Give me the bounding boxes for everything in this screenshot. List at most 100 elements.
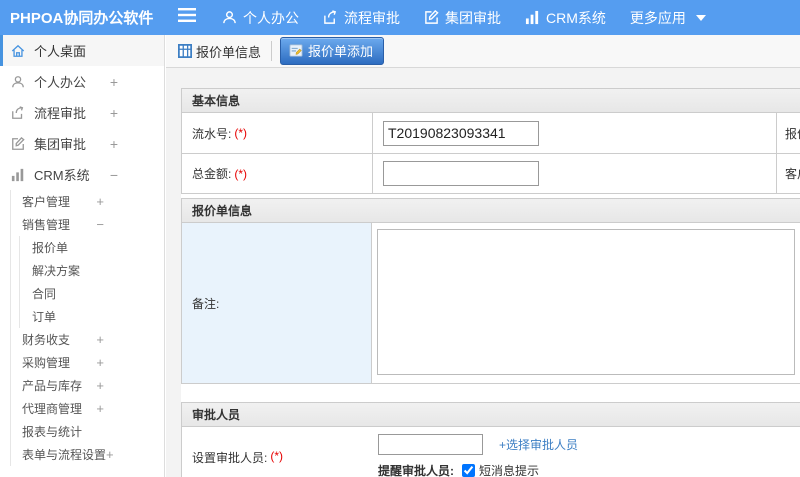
nav-label: 更多应用 bbox=[629, 9, 686, 26]
collapse-icon[interactable]: − bbox=[96, 217, 104, 232]
sidebar-item-label: 采购管理 bbox=[22, 356, 71, 370]
sms-remind-checkbox[interactable] bbox=[462, 464, 475, 477]
sidebar-item-label: 个人桌面 bbox=[34, 44, 87, 59]
sidebar-item-contract[interactable]: 合同 bbox=[20, 282, 164, 305]
section-approver: 审批人员 设置审批人员: (*) +选择审批人员 提醒审批人员: 短消息提示 bbox=[181, 402, 800, 477]
form-content: 基本信息 流水号: (*) 报价 总金额: (*) bbox=[166, 68, 800, 477]
field-label: 流水号: (*) bbox=[192, 126, 248, 141]
expand-icon[interactable]: + bbox=[96, 401, 104, 416]
sidebar-item-label: 流程审批 bbox=[34, 106, 87, 121]
required-mark: (*) bbox=[234, 126, 248, 140]
section-header: 审批人员 bbox=[182, 403, 800, 427]
sidebar-item-finance[interactable]: 财务收支 + bbox=[11, 328, 164, 351]
menu-toggle-button[interactable] bbox=[178, 8, 196, 27]
quotation-form-panel: 基本信息 流水号: (*) 报价 总金额: (*) bbox=[181, 88, 800, 477]
top-nav: 个人办公 流程审批 集团审批 CRM系统 更多应用 bbox=[222, 8, 730, 28]
expand-icon[interactable]: + bbox=[110, 74, 118, 90]
field-value-cell: +选择审批人员 提醒审批人员: 短消息提示 注：流程第一步审批人员，这里选择你的… bbox=[372, 427, 800, 477]
sidebar-item-label: 合同 bbox=[32, 287, 57, 301]
field-label: 总金额: (*) bbox=[192, 166, 248, 182]
total-amount-input[interactable] bbox=[383, 161, 539, 186]
sidebar-item-label: 财务收支 bbox=[22, 333, 71, 347]
field-value-cell bbox=[372, 154, 777, 193]
field-label-clipped: 报价 bbox=[785, 126, 800, 141]
collapse-icon[interactable]: − bbox=[110, 167, 118, 183]
remind-label: 提醒审批人员: bbox=[378, 464, 454, 477]
remark-textarea[interactable] bbox=[377, 229, 795, 375]
tab-label: 报价单添加 bbox=[308, 44, 374, 59]
nav-personal-office[interactable]: 个人办公 bbox=[222, 8, 299, 28]
sidebar-item-form-workflow-settings[interactable]: 表单与流程设置 + bbox=[11, 443, 164, 466]
sidebar-item-label: 销售管理 bbox=[22, 218, 71, 232]
tab-quotation-info[interactable]: 报价单信息 bbox=[178, 42, 261, 61]
select-approver-link[interactable]: +选择审批人员 bbox=[499, 436, 578, 453]
sidebar-item-crm-system[interactable]: CRM系统 − bbox=[0, 159, 164, 190]
expand-icon[interactable]: + bbox=[96, 355, 104, 370]
nav-label: 个人办公 bbox=[243, 9, 299, 26]
app-title: PHPOA协同办公软件 bbox=[10, 10, 154, 27]
table-icon bbox=[178, 44, 192, 58]
sidebar-item-order[interactable]: 订单 bbox=[20, 305, 164, 328]
tab-separator bbox=[271, 41, 273, 61]
form-row-total: 总金额: (*) 客户 bbox=[182, 153, 800, 193]
nav-group-approval[interactable]: 集团审批 bbox=[424, 8, 501, 28]
sidebar-item-product-inventory[interactable]: 产品与库存 + bbox=[11, 374, 164, 397]
section-quotation-info: 报价单信息 备注: bbox=[181, 198, 800, 384]
nav-crm-system[interactable]: CRM系统 bbox=[525, 8, 606, 28]
expand-icon[interactable]: + bbox=[106, 447, 114, 462]
required-mark: (*) bbox=[234, 166, 248, 181]
sidebar-item-agent-mgmt[interactable]: 代理商管理 + bbox=[11, 397, 164, 420]
field-label-clipped: 客户 bbox=[785, 167, 800, 181]
bar-chart-icon bbox=[525, 10, 540, 25]
sidebar-item-reports-stats[interactable]: 报表与统计 bbox=[11, 420, 164, 443]
user-icon bbox=[10, 75, 26, 89]
field-label: 设置审批人员: (*) bbox=[192, 449, 284, 465]
form-row-serial: 流水号: (*) 报价 bbox=[182, 113, 800, 153]
sidebar-item-label: CRM系统 bbox=[34, 168, 90, 183]
sidebar-item-label: 客户管理 bbox=[22, 195, 71, 209]
bar-chart-icon bbox=[10, 168, 26, 182]
checkbox-label: 短消息提示 bbox=[479, 464, 540, 477]
sidebar: 个人桌面 个人办公 + 流程审批 + 集团审批 + CRM系统 − 客户管理 + bbox=[0, 35, 165, 477]
sidebar-item-label: 集团审批 bbox=[34, 137, 87, 152]
crm-submenu: 客户管理 + 销售管理 − 报价单 解决方案 合同 订单 财务收支 + 采购管理… bbox=[10, 190, 164, 466]
required-mark: (*) bbox=[270, 449, 284, 463]
section-header: 基本信息 bbox=[182, 89, 800, 113]
nav-label: 集团审批 bbox=[445, 9, 501, 26]
expand-icon[interactable]: + bbox=[96, 332, 104, 347]
chevron-down-icon bbox=[695, 14, 706, 21]
nav-workflow-approval[interactable]: 流程审批 bbox=[323, 8, 400, 28]
hamburger-icon bbox=[178, 8, 196, 27]
form-row-approver: 设置审批人员: (*) +选择审批人员 提醒审批人员: 短消息提示 bbox=[182, 427, 800, 477]
sidebar-item-personal-office[interactable]: 个人办公 + bbox=[0, 66, 164, 97]
tab-quotation-add[interactable]: 报价单添加 bbox=[280, 37, 385, 65]
serial-number-input[interactable] bbox=[383, 120, 539, 146]
sidebar-item-solution[interactable]: 解决方案 bbox=[20, 259, 164, 282]
sidebar-item-purchase-mgmt[interactable]: 采购管理 + bbox=[11, 351, 164, 374]
sidebar-item-label: 订单 bbox=[32, 310, 57, 324]
sidebar-item-label: 报价单 bbox=[32, 241, 69, 255]
sidebar-item-label: 个人办公 bbox=[34, 75, 87, 90]
sidebar-item-desktop[interactable]: 个人桌面 bbox=[0, 35, 164, 66]
expand-icon[interactable]: + bbox=[96, 378, 104, 393]
field-value-cell bbox=[372, 223, 800, 383]
expand-icon[interactable]: + bbox=[96, 194, 104, 209]
sidebar-item-sales-mgmt[interactable]: 销售管理 − bbox=[11, 213, 164, 236]
sidebar-item-group-approval[interactable]: 集团审批 + bbox=[0, 128, 164, 159]
sidebar-item-workflow-approval[interactable]: 流程审批 + bbox=[0, 97, 164, 128]
sales-submenu: 报价单 解决方案 合同 订单 bbox=[19, 236, 164, 328]
approver-input[interactable] bbox=[378, 434, 483, 455]
section-basic-info: 基本信息 流水号: (*) 报价 总金额: (*) bbox=[181, 88, 800, 194]
user-icon bbox=[222, 10, 237, 25]
nav-more-apps[interactable]: 更多应用 bbox=[630, 8, 706, 28]
expand-icon[interactable]: + bbox=[110, 136, 118, 152]
expand-icon[interactable]: + bbox=[110, 105, 118, 121]
sidebar-item-label: 报表与统计 bbox=[22, 425, 83, 439]
nav-label: 流程审批 bbox=[344, 9, 400, 26]
sidebar-item-quotation[interactable]: 报价单 bbox=[20, 236, 164, 259]
sidebar-item-customer-mgmt[interactable]: 客户管理 + bbox=[11, 190, 164, 213]
form-add-icon bbox=[289, 44, 303, 57]
edit-icon bbox=[424, 10, 439, 25]
tab-strip: 报价单信息 报价单添加 bbox=[166, 35, 800, 68]
form-row-remark: 备注: bbox=[182, 223, 800, 383]
